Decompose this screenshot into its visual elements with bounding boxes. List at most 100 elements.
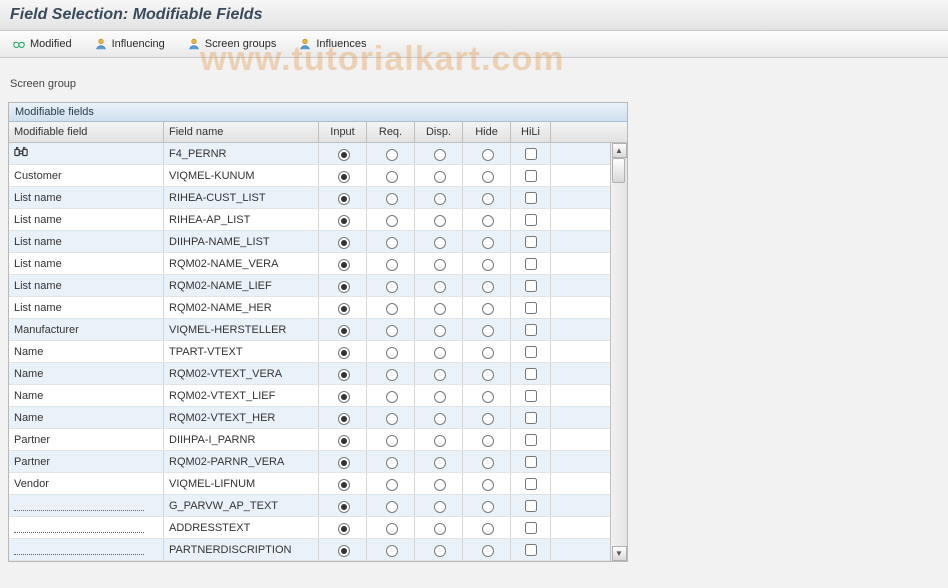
input-radio[interactable] — [338, 391, 350, 403]
hili-checkbox[interactable] — [525, 148, 537, 160]
screen-groups-button[interactable]: Screen groups — [183, 35, 281, 53]
table-row[interactable]: CustomerVIQMEL-KUNUM — [9, 165, 627, 187]
input-radio[interactable] — [338, 193, 350, 205]
req-radio[interactable] — [386, 149, 398, 161]
input-radio[interactable] — [338, 369, 350, 381]
hide-radio[interactable] — [482, 413, 494, 425]
table-row[interactable]: List nameRQM02-NAME_VERA — [9, 253, 627, 275]
req-radio[interactable] — [386, 435, 398, 447]
input-radio[interactable] — [338, 303, 350, 315]
hili-checkbox[interactable] — [525, 258, 537, 270]
scroll-up-button[interactable]: ▲ — [612, 143, 627, 158]
col-field-name[interactable]: Field name — [164, 122, 319, 142]
hili-checkbox[interactable] — [525, 500, 537, 512]
req-radio[interactable] — [386, 347, 398, 359]
table-row[interactable]: NameRQM02-VTEXT_LIEF — [9, 385, 627, 407]
influencing-button[interactable]: Influencing — [90, 35, 169, 53]
hili-checkbox[interactable] — [525, 456, 537, 468]
input-radio[interactable] — [338, 259, 350, 271]
input-radio[interactable] — [338, 237, 350, 249]
req-radio[interactable] — [386, 413, 398, 425]
disp-radio[interactable] — [434, 259, 446, 271]
disp-radio[interactable] — [434, 281, 446, 293]
req-radio[interactable] — [386, 171, 398, 183]
table-row[interactable]: PARTNERDISCRIPTION — [9, 539, 627, 561]
table-row[interactable]: List nameRQM02-NAME_LIEF — [9, 275, 627, 297]
req-radio[interactable] — [386, 237, 398, 249]
hide-radio[interactable] — [482, 303, 494, 315]
disp-radio[interactable] — [434, 237, 446, 249]
hili-checkbox[interactable] — [525, 280, 537, 292]
input-radio[interactable] — [338, 171, 350, 183]
req-radio[interactable] — [386, 391, 398, 403]
table-row[interactable]: List nameRQM02-NAME_HER — [9, 297, 627, 319]
req-radio[interactable] — [386, 215, 398, 227]
col-req[interactable]: Req. — [367, 122, 415, 142]
table-row[interactable]: PartnerDIIHPA-I_PARNR — [9, 429, 627, 451]
input-radio[interactable] — [338, 413, 350, 425]
hide-radio[interactable] — [482, 545, 494, 557]
req-radio[interactable] — [386, 457, 398, 469]
table-row[interactable]: List nameRIHEA-AP_LIST — [9, 209, 627, 231]
hide-radio[interactable] — [482, 501, 494, 513]
table-row[interactable]: ManufacturerVIQMEL-HERSTELLER — [9, 319, 627, 341]
scroll-track[interactable] — [612, 158, 627, 546]
req-radio[interactable] — [386, 281, 398, 293]
hide-radio[interactable] — [482, 435, 494, 447]
req-radio[interactable] — [386, 325, 398, 337]
req-radio[interactable] — [386, 259, 398, 271]
disp-radio[interactable] — [434, 435, 446, 447]
hide-radio[interactable] — [482, 523, 494, 535]
input-radio[interactable] — [338, 457, 350, 469]
disp-radio[interactable] — [434, 413, 446, 425]
disp-radio[interactable] — [434, 457, 446, 469]
col-input[interactable]: Input — [319, 122, 367, 142]
hili-checkbox[interactable] — [525, 346, 537, 358]
input-radio[interactable] — [338, 347, 350, 359]
input-radio[interactable] — [338, 149, 350, 161]
hide-radio[interactable] — [482, 457, 494, 469]
table-row[interactable]: NameRQM02-VTEXT_VERA — [9, 363, 627, 385]
hide-radio[interactable] — [482, 149, 494, 161]
req-radio[interactable] — [386, 479, 398, 491]
hili-checkbox[interactable] — [525, 522, 537, 534]
disp-radio[interactable] — [434, 171, 446, 183]
hili-checkbox[interactable] — [525, 412, 537, 424]
table-row[interactable]: List nameDIIHPA-NAME_LIST — [9, 231, 627, 253]
hili-checkbox[interactable] — [525, 170, 537, 182]
influences-button[interactable]: Influences — [294, 35, 370, 53]
disp-radio[interactable] — [434, 149, 446, 161]
input-radio[interactable] — [338, 479, 350, 491]
disp-radio[interactable] — [434, 369, 446, 381]
hili-checkbox[interactable] — [525, 302, 537, 314]
input-radio[interactable] — [338, 325, 350, 337]
disp-radio[interactable] — [434, 215, 446, 227]
req-radio[interactable] — [386, 193, 398, 205]
hide-radio[interactable] — [482, 281, 494, 293]
req-radio[interactable] — [386, 523, 398, 535]
table-row[interactable]: VendorVIQMEL-LIFNUM — [9, 473, 627, 495]
scroll-down-button[interactable]: ▼ — [612, 546, 627, 561]
req-radio[interactable] — [386, 369, 398, 381]
hide-radio[interactable] — [482, 369, 494, 381]
vertical-scrollbar[interactable]: ▲ ▼ — [610, 143, 627, 561]
table-row[interactable]: F4_PERNR — [9, 143, 627, 165]
input-radio[interactable] — [338, 435, 350, 447]
disp-radio[interactable] — [434, 545, 446, 557]
input-radio[interactable] — [338, 545, 350, 557]
table-row[interactable]: List nameRIHEA-CUST_LIST — [9, 187, 627, 209]
disp-radio[interactable] — [434, 501, 446, 513]
hide-radio[interactable] — [482, 259, 494, 271]
hili-checkbox[interactable] — [525, 214, 537, 226]
input-radio[interactable] — [338, 215, 350, 227]
hide-radio[interactable] — [482, 171, 494, 183]
disp-radio[interactable] — [434, 479, 446, 491]
scroll-thumb[interactable] — [612, 158, 625, 183]
disp-radio[interactable] — [434, 303, 446, 315]
hili-checkbox[interactable] — [525, 324, 537, 336]
hide-radio[interactable] — [482, 237, 494, 249]
req-radio[interactable] — [386, 545, 398, 557]
table-row[interactable]: G_PARVW_AP_TEXT — [9, 495, 627, 517]
req-radio[interactable] — [386, 501, 398, 513]
hili-checkbox[interactable] — [525, 544, 537, 556]
